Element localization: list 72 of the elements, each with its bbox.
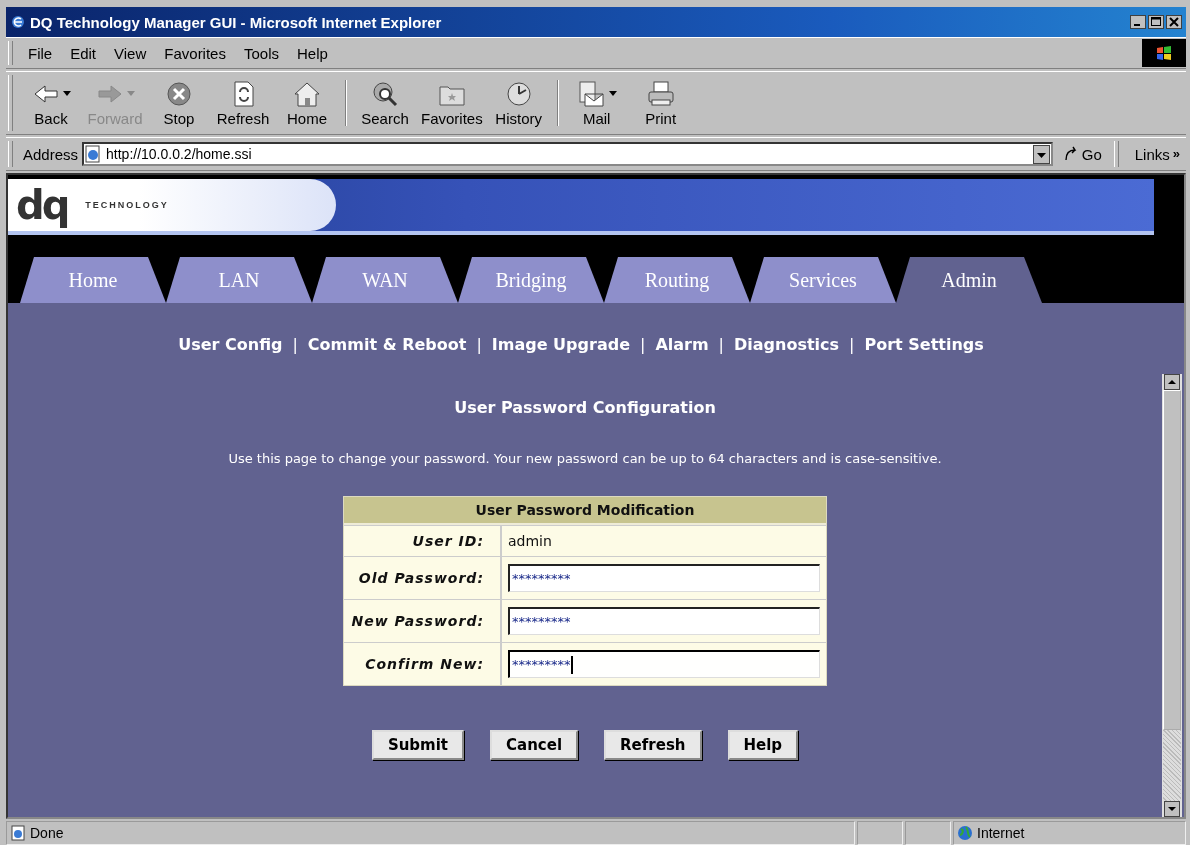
refresh-button[interactable]: Refresh bbox=[211, 77, 275, 129]
maximize-icon[interactable] bbox=[1148, 15, 1164, 29]
form-button[interactable]: Help bbox=[727, 730, 799, 760]
menu-item[interactable]: Favorites bbox=[155, 44, 235, 62]
field-label: Old Password: bbox=[344, 557, 502, 599]
page-icon bbox=[84, 145, 103, 163]
form-button[interactable]: Refresh bbox=[604, 730, 702, 760]
scroll-thumb[interactable] bbox=[1163, 390, 1181, 730]
scroll-down-icon[interactable] bbox=[1164, 801, 1180, 817]
go-button[interactable]: Go bbox=[1056, 145, 1108, 163]
separator: | bbox=[292, 335, 298, 354]
subnav-link[interactable]: Alarm bbox=[655, 335, 709, 354]
home-button[interactable]: Home bbox=[275, 77, 339, 129]
windows-flag-icon bbox=[1155, 45, 1173, 61]
search-button[interactable]: Search bbox=[353, 77, 417, 129]
zone-text: Internet bbox=[977, 825, 1025, 841]
back-button[interactable]: Back bbox=[19, 77, 83, 129]
subnav-link[interactable]: Diagnostics bbox=[734, 335, 840, 354]
stop-icon bbox=[164, 79, 194, 108]
address-field[interactable]: http://10.0.0.2/home.ssi bbox=[82, 142, 1053, 166]
table-header: User Password Modification bbox=[344, 497, 826, 525]
printer-icon bbox=[645, 79, 676, 108]
status-panel bbox=[905, 821, 951, 845]
caret-icon bbox=[63, 90, 71, 97]
field-value: admin bbox=[508, 533, 552, 549]
menu-item[interactable]: Tools bbox=[234, 44, 288, 62]
history-button[interactable]: History bbox=[486, 77, 551, 129]
window-title: DQ Technology Manager GUI - Microsoft Internet Explorer bbox=[30, 13, 443, 31]
links-button[interactable]: Links » bbox=[1128, 145, 1186, 163]
field-label: Confirm New: bbox=[344, 643, 502, 685]
caret-icon bbox=[608, 90, 617, 97]
separator: | bbox=[476, 335, 482, 354]
scroll-up-icon[interactable] bbox=[1164, 374, 1180, 390]
separator: | bbox=[640, 335, 646, 354]
print-button[interactable]: Print bbox=[628, 77, 693, 129]
subnav-link[interactable]: User Config bbox=[178, 335, 283, 354]
subnav-link[interactable]: Port Settings bbox=[864, 335, 984, 354]
mail-button[interactable]: Mail bbox=[564, 77, 629, 129]
browser-logo-icon bbox=[10, 14, 26, 30]
page-icon bbox=[10, 825, 26, 841]
password-field[interactable]: ********* bbox=[508, 650, 820, 678]
globe-icon bbox=[957, 825, 973, 841]
envelope-icon bbox=[576, 79, 607, 108]
close-icon[interactable] bbox=[1166, 15, 1182, 29]
field-label: New Password: bbox=[344, 600, 502, 642]
password-field[interactable]: ********* bbox=[508, 607, 820, 635]
page-heading: User Password Configuration bbox=[454, 398, 716, 417]
logo-tagline: TECHNOLOGY bbox=[85, 200, 169, 210]
nav-tab[interactable]: Admin bbox=[896, 257, 1042, 303]
go-arrow-icon bbox=[1062, 146, 1079, 162]
subnav-link[interactable]: Image Upgrade bbox=[491, 335, 630, 354]
subnav-link[interactable]: Commit & Reboot bbox=[307, 335, 467, 354]
menu-item[interactable]: View bbox=[105, 44, 156, 62]
separator: | bbox=[718, 335, 724, 354]
favorites-button[interactable]: Favorites bbox=[417, 77, 487, 129]
intro-text: Use this page to change your password. Your new password can be up to 64 characters and is case-sensitive. bbox=[228, 451, 942, 466]
menu-item[interactable]: File bbox=[19, 44, 62, 62]
menu-item[interactable]: Edit bbox=[61, 44, 106, 62]
password-field[interactable]: ********* bbox=[508, 564, 820, 592]
status-text: Done bbox=[30, 825, 64, 841]
separator: | bbox=[849, 335, 855, 354]
search-icon bbox=[370, 79, 400, 108]
form-button[interactable]: Cancel bbox=[490, 730, 579, 760]
stop-button[interactable]: Stop bbox=[147, 77, 211, 129]
address-label: Address bbox=[23, 145, 79, 163]
caret-icon bbox=[127, 90, 135, 97]
menu-item[interactable]: Help bbox=[288, 44, 337, 62]
form-button[interactable]: Submit bbox=[371, 730, 465, 760]
vertical-scrollbar[interactable] bbox=[1162, 374, 1182, 817]
status-panel bbox=[857, 821, 903, 845]
minimize-icon[interactable] bbox=[1130, 15, 1146, 29]
field-label: User ID: bbox=[344, 526, 502, 556]
